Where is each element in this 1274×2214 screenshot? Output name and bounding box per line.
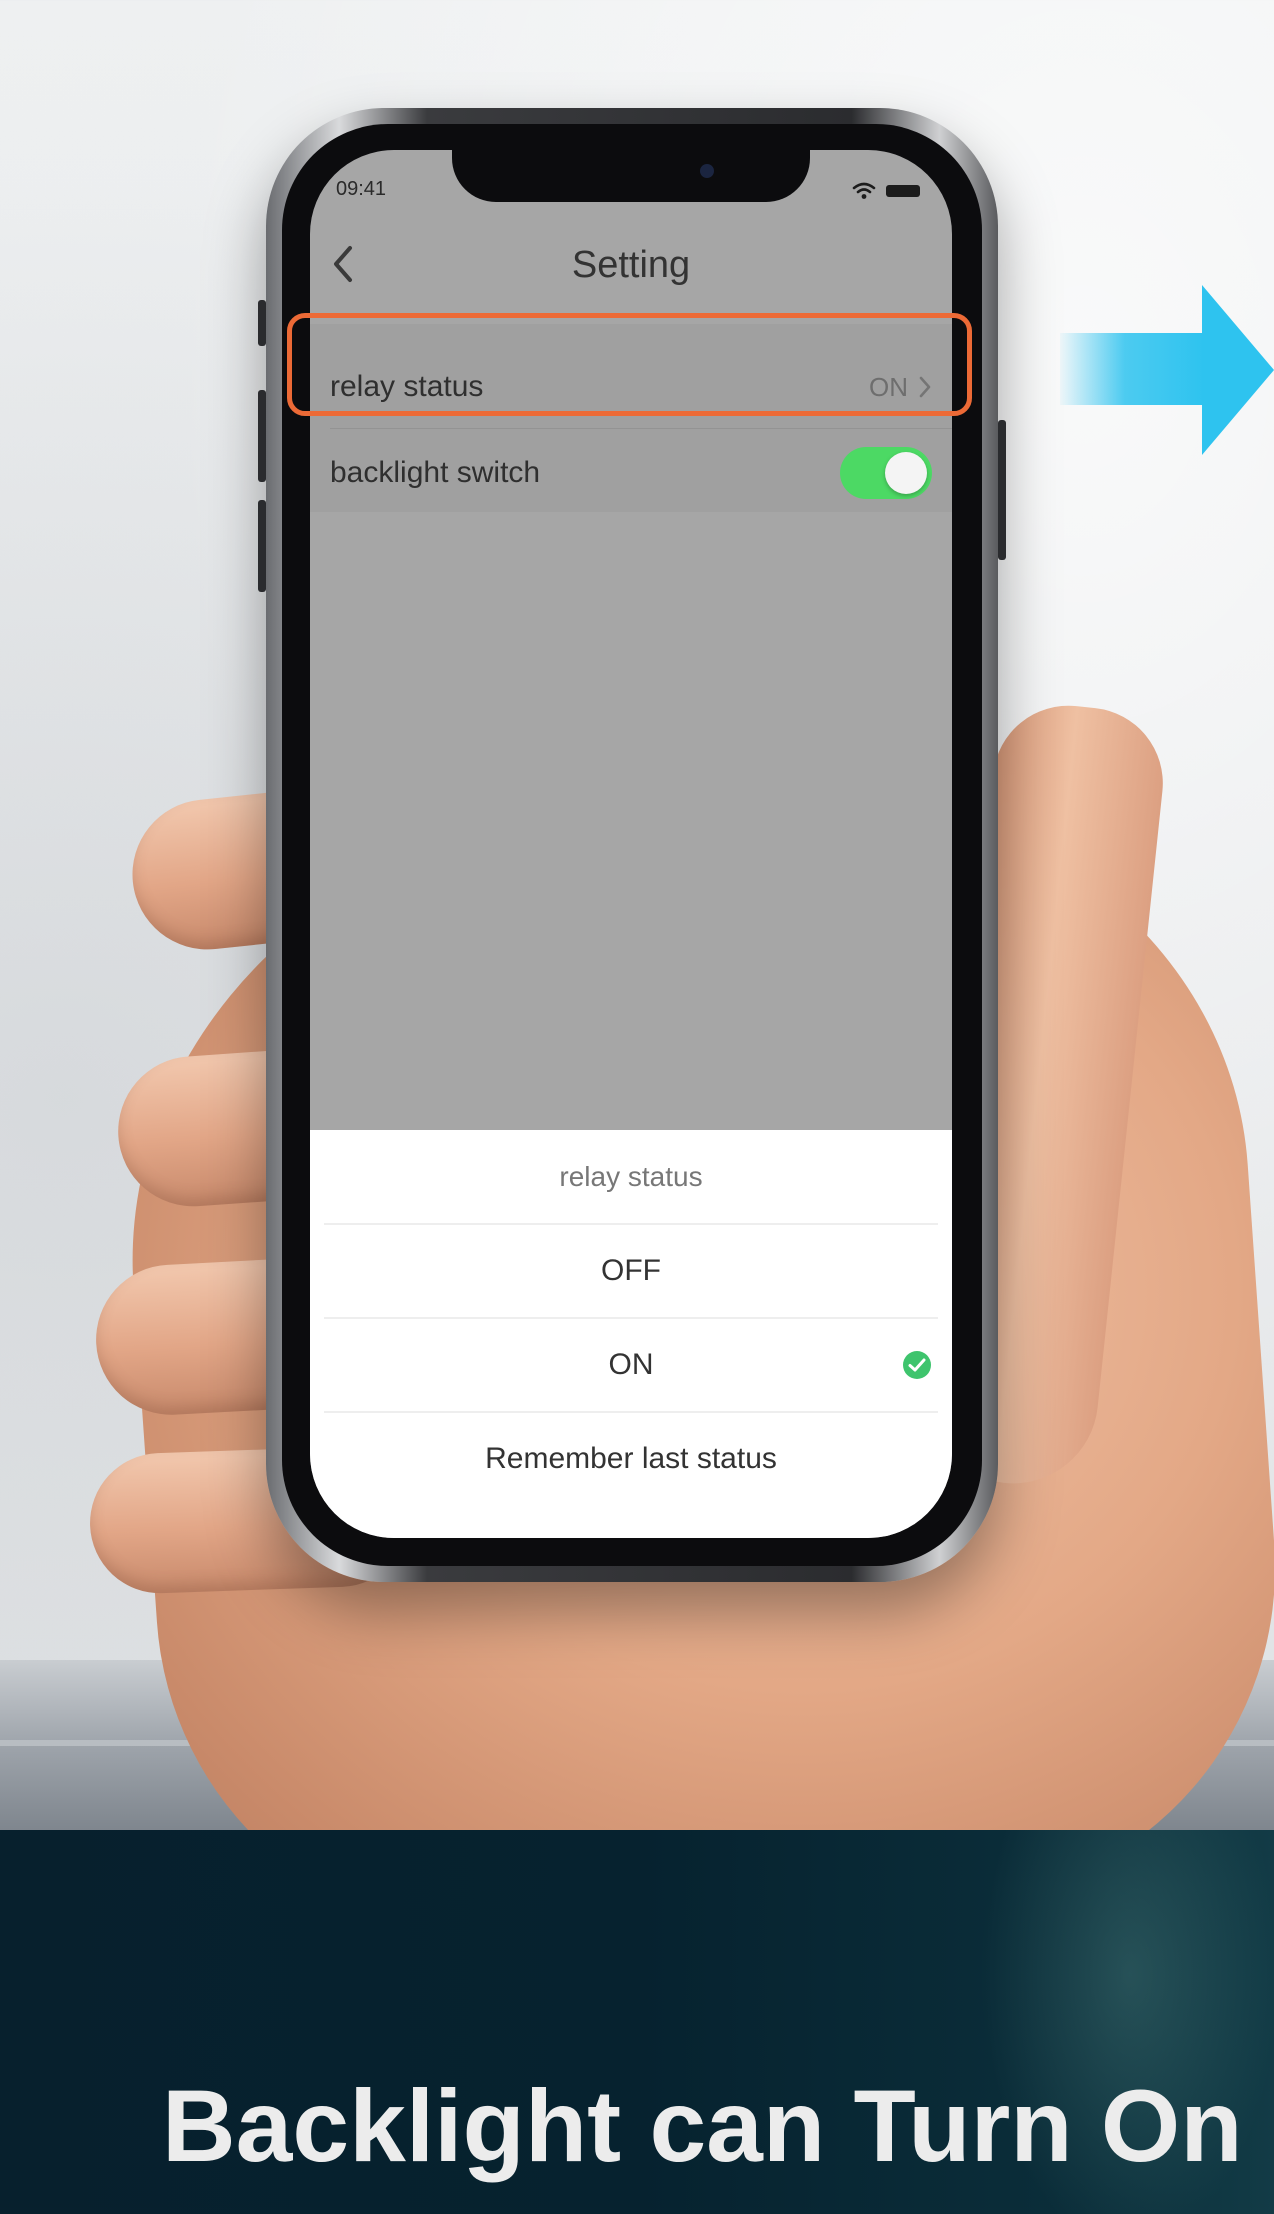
arrow-right-icon — [1060, 285, 1274, 455]
sheet-title: relay status — [559, 1161, 703, 1192]
check-icon — [903, 1351, 931, 1379]
battery-icon — [886, 185, 920, 197]
phone-volume-up — [258, 390, 266, 482]
phone-volume-down — [258, 500, 266, 592]
highlight-frame — [287, 313, 972, 416]
row-divider — [330, 428, 952, 429]
sheet-option-label: ON — [608, 1348, 654, 1381]
caption-banner: Backlight can Turn On — [0, 1830, 1274, 2214]
sheet-option-on[interactable]: ON — [310, 1318, 952, 1412]
toggle-knob — [885, 452, 927, 494]
backlight-toggle[interactable] — [840, 447, 932, 499]
phone-mute-switch — [258, 300, 266, 346]
setting-row-backlight-switch: backlight switch — [310, 430, 952, 516]
status-time: 09:41 — [336, 178, 387, 200]
status-icons — [852, 180, 920, 202]
wifi-icon — [852, 182, 876, 199]
sheet-option-off[interactable]: OFF — [310, 1224, 952, 1318]
phone-power-button — [998, 420, 1006, 560]
phone-notch — [452, 150, 810, 202]
sheet-option-remember-last-status[interactable]: Remember last status — [310, 1412, 952, 1506]
setting-label: backlight switch — [330, 456, 541, 489]
page-title: Setting — [571, 244, 691, 286]
relay-status-sheet: relay status OFF ON Remember last status — [310, 1130, 952, 1538]
camera-icon — [700, 164, 714, 178]
banner-headline: Backlight can Turn On — [162, 2069, 1243, 2183]
